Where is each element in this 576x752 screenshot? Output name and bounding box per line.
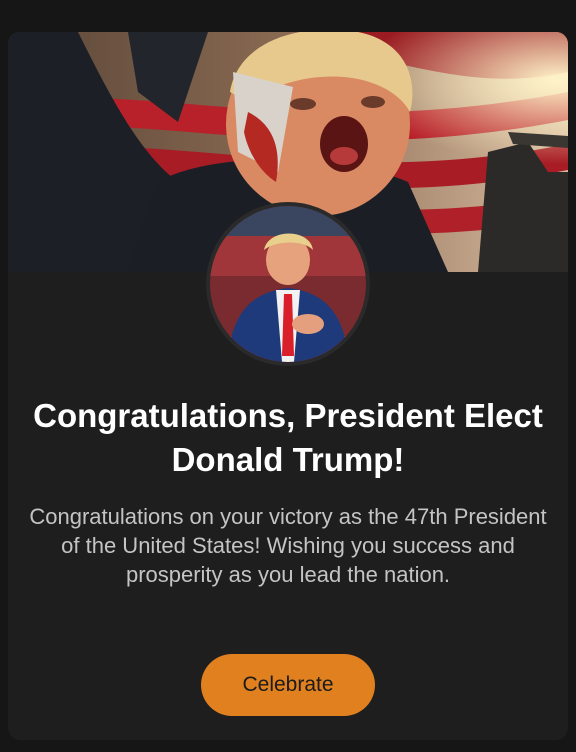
congratulations-title: Congratulations, President Elect Donald … bbox=[33, 397, 543, 478]
congratulations-message: Congratulations on your victory as the 4… bbox=[29, 504, 547, 587]
president-avatar bbox=[206, 202, 370, 366]
avatar-portrait bbox=[210, 206, 366, 362]
celebrate-button[interactable]: Celebrate bbox=[201, 654, 375, 716]
congratulations-card: Congratulations, President Elect Donald … bbox=[8, 32, 568, 740]
